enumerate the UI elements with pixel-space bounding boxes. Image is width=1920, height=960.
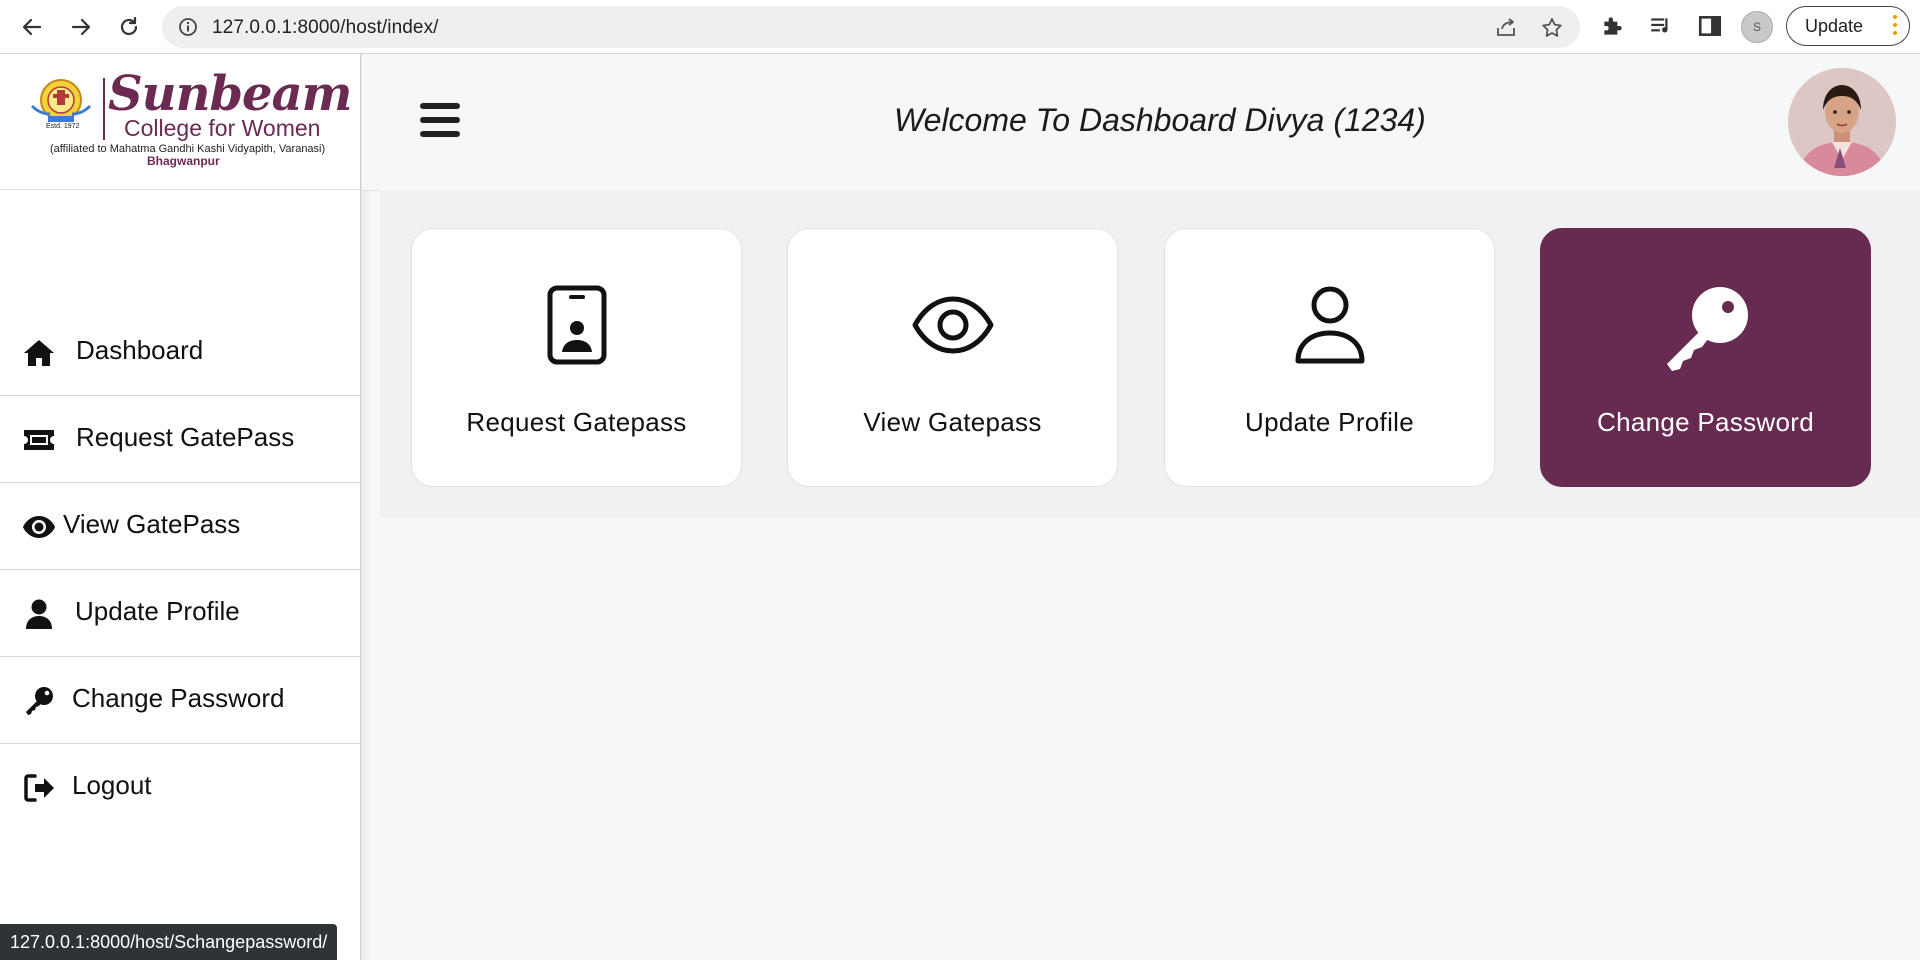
share-icon[interactable]: [1494, 16, 1518, 45]
site-info-icon[interactable]: [178, 17, 198, 42]
card-view-gatepass[interactable]: View Gatepass: [787, 228, 1118, 487]
hamburger-menu-icon[interactable]: [420, 103, 460, 139]
user-icon: [22, 598, 56, 630]
eye-icon: [22, 511, 56, 543]
card-label: Change Password: [1597, 407, 1814, 437]
card-label: View Gatepass: [863, 407, 1042, 437]
media-playlist-icon[interactable]: [1648, 13, 1674, 44]
url-text[interactable]: 127.0.0.1:8000/host/index/: [212, 17, 439, 39]
logo-title: Sunbeam: [108, 66, 352, 122]
eye-icon: [788, 285, 1117, 365]
logo-subtitle: College for Women: [124, 115, 321, 141]
card-update-profile[interactable]: Update Profile: [1164, 228, 1495, 487]
card-label: Update Profile: [1245, 407, 1414, 437]
college-logo[interactable]: Estd. 1972 Sunbeam College for Women (af…: [0, 54, 361, 190]
sidebar-item-change-password[interactable]: Change Password: [0, 657, 361, 744]
logo-divider: [103, 78, 105, 140]
sidebar-item-label: Logout: [72, 770, 152, 800]
side-panel-icon[interactable]: [1697, 13, 1723, 44]
id-badge-icon: [412, 285, 741, 365]
sidebar-item-label: View GatePass: [63, 509, 241, 539]
logo-place: Bhagwanpur: [147, 154, 220, 168]
logout-icon: [22, 772, 56, 804]
sidebar-item-logout[interactable]: Logout: [0, 744, 361, 831]
sidebar-item-dashboard[interactable]: Dashboard: [0, 309, 361, 396]
card-change-password[interactable]: Change Password: [1540, 228, 1871, 487]
extensions-puzzle-icon[interactable]: [1600, 13, 1626, 44]
card-label: Request Gatepass: [466, 407, 687, 437]
sidebar: Estd. 1972 Sunbeam College for Women (af…: [0, 54, 370, 960]
reload-icon[interactable]: [114, 12, 144, 42]
ticket-icon: [22, 424, 56, 456]
home-icon: [22, 337, 56, 369]
sidebar-item-request-gatepass[interactable]: Request GatePass: [0, 396, 361, 483]
back-arrow-icon[interactable]: [17, 12, 47, 42]
browser-profile-avatar[interactable]: S: [1741, 11, 1773, 43]
key-icon: [1541, 285, 1870, 371]
link-preview-status: 127.0.0.1:8000/host/Schangepassword/: [0, 924, 338, 960]
forward-arrow-icon[interactable]: [66, 12, 96, 42]
key-icon: [22, 685, 56, 717]
more-menu-icon[interactable]: [1893, 15, 1897, 39]
user-icon: [1165, 285, 1494, 365]
logo-estd-text: Estd. 1972: [46, 123, 80, 130]
sidebar-item-update-profile[interactable]: Update Profile: [0, 570, 361, 657]
card-request-gatepass[interactable]: Request Gatepass: [411, 228, 742, 487]
browser-toolbar: 127.0.0.1:8000/host/index/ S Update: [0, 0, 1920, 54]
update-label: Update: [1805, 15, 1864, 36]
sidebar-item-label: Change Password: [72, 683, 285, 713]
sidebar-item-view-gatepass[interactable]: View GatePass: [0, 483, 361, 570]
sidebar-item-label: Dashboard: [76, 335, 204, 365]
browser-update-button[interactable]: Update: [1786, 6, 1910, 46]
dashboard-header: Welcome To Dashboard Divya (1234): [362, 54, 1920, 191]
address-bar[interactable]: 127.0.0.1:8000/host/index/: [162, 6, 1580, 48]
sidebar-menu: Dashboard Request GatePass View GatePass…: [0, 309, 361, 831]
welcome-title: Welcome To Dashboard Divya (1234): [894, 102, 1426, 138]
sidebar-item-label: Request GatePass: [76, 422, 295, 452]
user-avatar[interactable]: [1788, 68, 1896, 176]
bookmark-star-icon[interactable]: [1540, 16, 1564, 45]
sidebar-item-label: Update Profile: [75, 596, 240, 626]
